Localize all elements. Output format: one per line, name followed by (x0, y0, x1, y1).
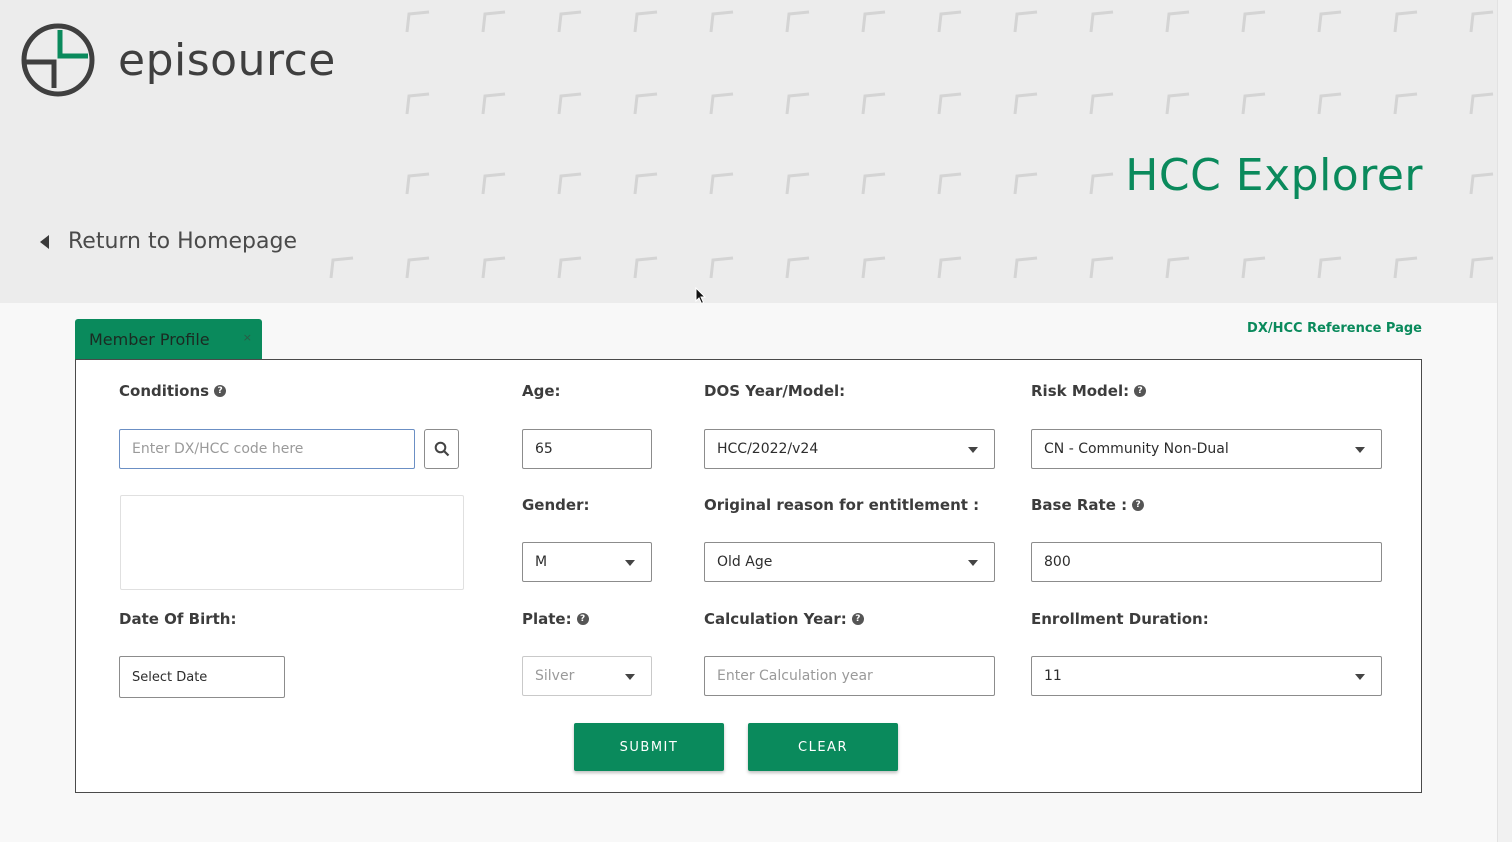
base-rate-input[interactable]: 800 (1031, 542, 1382, 582)
question-circle-icon[interactable]: ? (851, 613, 864, 625)
gender-value: M (535, 554, 548, 570)
entitlement-label: Original reason for entitlement : (704, 496, 980, 514)
risk-model-label: Risk Model: ? (1031, 382, 1147, 400)
dx-hcc-reference-link[interactable]: DX/HCC Reference Page (1247, 321, 1422, 336)
date-of-birth-label: Date Of Birth: (119, 610, 237, 628)
close-icon[interactable]: × (243, 331, 252, 344)
return-link-label: Return to Homepage (68, 229, 297, 254)
episource-logo[interactable]: episource (20, 22, 336, 98)
magnifier-icon (434, 441, 449, 457)
enrollment-duration-label: Enrollment Duration: (1031, 610, 1209, 628)
risk-model-value: CN - Community Non-Dual (1044, 441, 1229, 457)
calculation-year-label-text: Calculation Year: (704, 610, 847, 628)
dos-year-model-select[interactable]: HCC/2022/v24 (704, 429, 995, 469)
conditions-list[interactable] (120, 495, 464, 590)
age-label: Age: (522, 382, 561, 400)
entitlement-value: Old Age (717, 554, 773, 570)
submit-button[interactable]: SUBMIT (574, 723, 724, 771)
age-input[interactable]: 65 (522, 429, 652, 469)
caret-left-icon (40, 234, 49, 249)
base-rate-label: Base Rate : ? (1031, 496, 1145, 514)
tab-label: Member Profile (89, 330, 210, 349)
chevron-down-icon (1355, 447, 1365, 453)
chevron-down-icon (1355, 674, 1365, 680)
return-to-homepage-link[interactable]: Return to Homepage (40, 229, 297, 254)
question-circle-icon[interactable]: ? (576, 613, 589, 625)
dos-year-model-value: HCC/2022/v24 (717, 441, 819, 457)
conditions-label-text: Conditions (119, 382, 210, 400)
page-title: HCC Explorer (1125, 150, 1423, 201)
chevron-down-icon (968, 560, 978, 566)
chevron-down-icon (625, 560, 635, 566)
page-header: episource HCC Explorer Return to Homepag… (0, 0, 1497, 303)
gender-select[interactable]: M (522, 542, 652, 582)
clear-button[interactable]: CLEAR (748, 723, 898, 771)
calculation-year-label: Calculation Year: ? (704, 610, 864, 628)
plate-value: Silver (535, 668, 575, 684)
conditions-search-input[interactable]: Enter DX/HCC code here (119, 429, 415, 469)
chevron-down-icon (625, 674, 635, 680)
brand-name: episource (118, 34, 336, 86)
plate-label: Plate: ? (522, 610, 589, 628)
entitlement-select[interactable]: Old Age (704, 542, 995, 582)
question-circle-icon[interactable]: ? (1134, 385, 1147, 397)
question-circle-icon[interactable]: ? (1132, 499, 1145, 511)
risk-model-label-text: Risk Model: (1031, 382, 1130, 400)
calculation-year-input[interactable]: Enter Calculation year (704, 656, 995, 696)
conditions-label: Conditions ? (119, 382, 227, 400)
tab-member-profile[interactable]: Member Profile × (75, 319, 262, 359)
plate-select[interactable]: Silver (522, 656, 652, 696)
search-button[interactable] (424, 429, 459, 469)
risk-model-select[interactable]: CN - Community Non-Dual (1031, 429, 1382, 469)
enrollment-duration-value: 11 (1044, 668, 1062, 684)
member-profile-panel: Conditions ? Enter DX/HCC code here Date… (75, 359, 1422, 793)
page-scrollbar[interactable] (1497, 0, 1512, 842)
date-of-birth-picker[interactable]: Select Date (119, 656, 285, 698)
gender-label: Gender: (522, 496, 590, 514)
chevron-down-icon (968, 447, 978, 453)
plate-label-text: Plate: (522, 610, 572, 628)
question-circle-icon[interactable]: ? (214, 385, 227, 397)
mouse-pointer-icon (695, 287, 707, 303)
base-rate-label-text: Base Rate : (1031, 496, 1128, 514)
dos-year-model-label: DOS Year/Model: (704, 382, 846, 400)
enrollment-duration-select[interactable]: 11 (1031, 656, 1382, 696)
episource-logo-icon (21, 23, 95, 97)
